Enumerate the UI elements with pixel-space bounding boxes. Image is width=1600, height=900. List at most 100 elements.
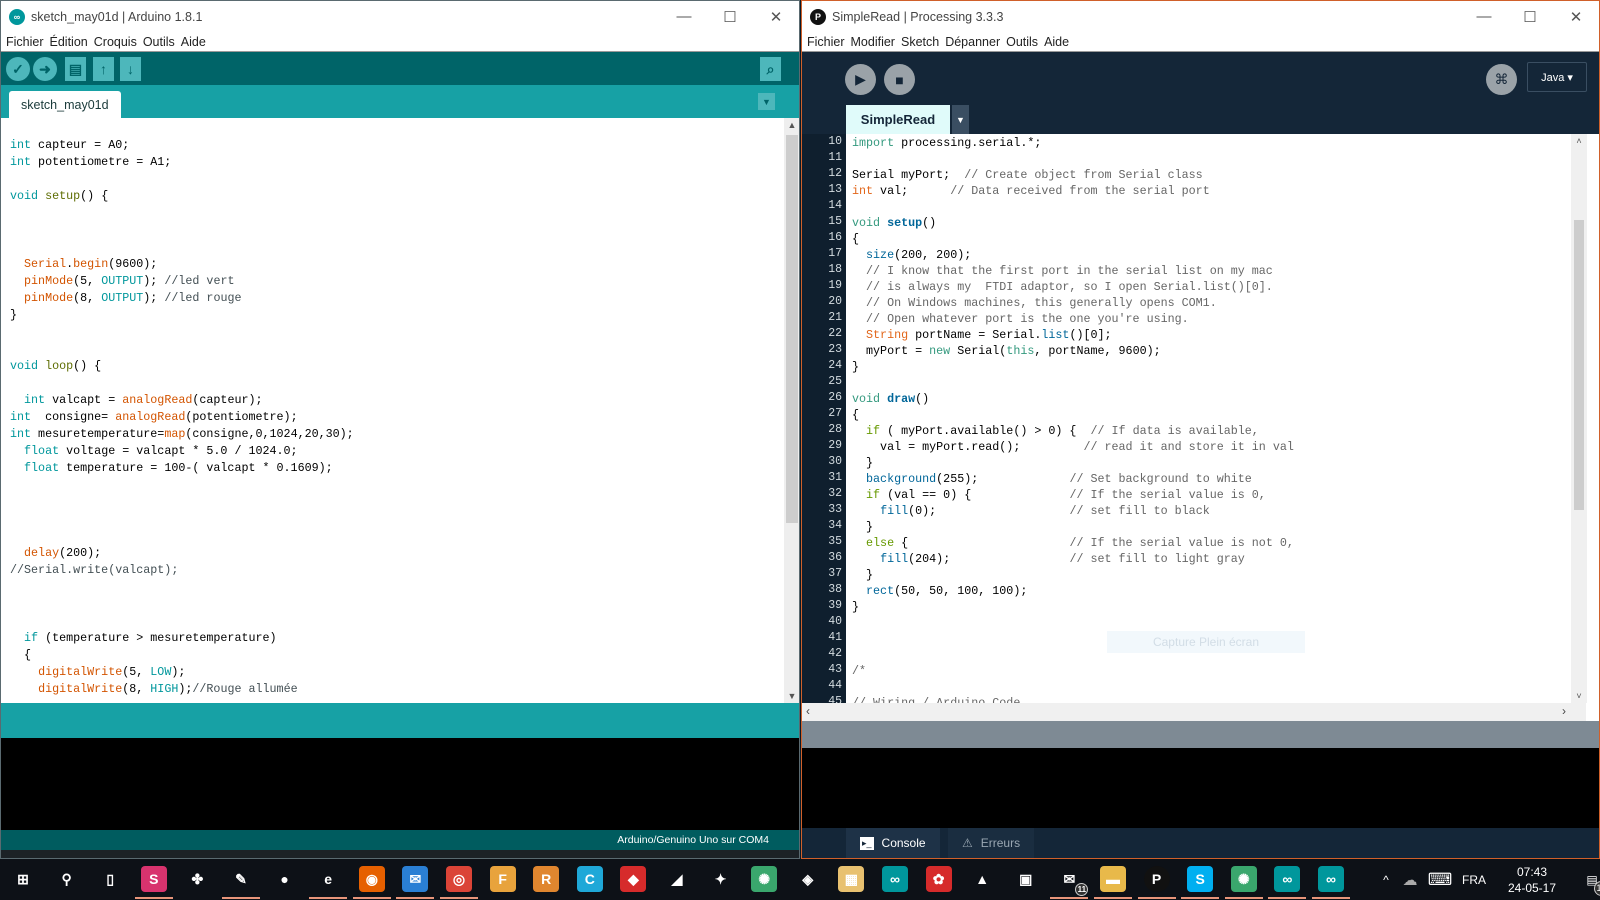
verify-button[interactable]: ✓ [6, 57, 30, 81]
taskbar-atom-green-2-icon[interactable]: ✺ [1224, 866, 1263, 899]
code-token: (255); [936, 472, 1070, 486]
code-editor[interactable]: int capteur = A0; int potentiometre = A1;… [1, 118, 784, 703]
taskbar-gimp-icon[interactable]: ✦ [708, 866, 734, 892]
minimize-button[interactable]: — [1461, 1, 1507, 32]
show-hidden-icons-button[interactable]: ^ [1376, 873, 1396, 887]
taskbar-atom-green-icon[interactable]: ✺ [751, 866, 778, 892]
onedrive-icon[interactable]: ☁ [1396, 871, 1424, 889]
stop-button[interactable]: ■ [884, 64, 915, 95]
upload-button[interactable]: ➜ [33, 57, 57, 81]
menu-fichier[interactable]: Fichier [6, 35, 44, 49]
line-number-gutter: 10 11 12 13 14 15 16 17 18 19 20 21 22 23 24 25 26 27 28 29… [802, 134, 846, 708]
taskbar-arduino-2-icon[interactable]: ∞ [1268, 866, 1307, 899]
code-token: ); [171, 665, 186, 679]
line-number: 20 [828, 295, 842, 308]
taskbar-app-blue-icon[interactable]: ◈ [795, 866, 821, 892]
taskbar-processing-icon[interactable]: P [1137, 866, 1176, 899]
tab-errors[interactable]: ⚠ Erreurs [948, 828, 1035, 858]
capture-fullscreen-button[interactable]: Capture Plein écran [1107, 631, 1305, 653]
taskbar-start-icon[interactable]: ⊞ [10, 866, 36, 892]
taskbar-app-red-icon[interactable]: ✿ [925, 866, 952, 892]
scrollbar-thumb[interactable] [786, 135, 798, 523]
tab-menu-button[interactable]: ▼ [758, 93, 775, 110]
tab-sketch[interactable]: sketch_may01d [9, 91, 121, 118]
taskbar-app-c-icon[interactable]: C [576, 866, 603, 892]
scroll-down-icon[interactable]: ˅ [1571, 691, 1587, 701]
taskbar-arduino-3-icon[interactable]: ∞ [1312, 866, 1350, 899]
code-token: } [852, 520, 874, 534]
taskbar-thunderbird-icon[interactable]: ✉ [396, 866, 435, 899]
menu-aide[interactable]: Aide [181, 35, 206, 49]
close-button[interactable]: ✕ [1553, 1, 1599, 32]
maximize-button[interactable]: ☐ [1507, 1, 1553, 32]
language-indicator[interactable]: FRA [1456, 873, 1492, 887]
menu-sketch[interactable]: Sketch [901, 35, 939, 49]
action-center-button[interactable]: ▤ 14 [1572, 873, 1600, 896]
taskbar-app-arrow-icon[interactable]: ▲ [969, 866, 995, 892]
menu-aide[interactable]: Aide [1044, 35, 1069, 49]
taskbar-chrome-icon[interactable]: ◎ [440, 866, 478, 899]
close-button[interactable]: ✕ [753, 1, 799, 32]
code-token: background [866, 472, 937, 486]
taskbar-mail-icon[interactable]: ✉ 11 [1050, 866, 1089, 899]
tab-menu-button[interactable]: ▼ [952, 105, 969, 134]
new-sketch-button[interactable]: ▤ [65, 57, 86, 81]
maximize-button[interactable]: ☐ [707, 1, 753, 32]
menu-modifier[interactable]: Modifier [851, 35, 895, 49]
open-button[interactable]: ↑ [93, 57, 114, 81]
taskbar-edge-icon[interactable]: e [309, 866, 348, 899]
code-token: (8, [73, 291, 102, 305]
taskbar-store-icon[interactable]: ▣ [1013, 866, 1039, 892]
menu-depanner[interactable]: Dépanner [945, 35, 1000, 49]
minimize-button[interactable]: — [661, 1, 707, 32]
menu-outils[interactable]: Outils [1006, 35, 1038, 49]
taskbar-firefox-icon[interactable]: ◉ [352, 866, 391, 899]
console-output[interactable] [1, 738, 799, 830]
menu-edition[interactable]: Édition [50, 35, 88, 49]
menu-outils[interactable]: Outils [143, 35, 175, 49]
taskbar-app-globe-icon[interactable]: ● [272, 866, 298, 892]
keyboard-icon[interactable]: ⌨ [1424, 870, 1456, 890]
line-number: 14 [828, 199, 842, 212]
taskbar-inkscape-icon[interactable]: ◢ [664, 866, 690, 892]
scrollbar-thumb[interactable] [1574, 220, 1584, 510]
taskbar-task-view-icon[interactable]: ▯ [97, 866, 123, 892]
scroll-left-icon[interactable]: ‹ [806, 704, 810, 718]
taskbar-arduino-icon[interactable]: ∞ [882, 866, 908, 892]
code-token: voltage = valcapt * 5.0 / 1024.0; [59, 444, 298, 458]
taskbar-app-r-icon[interactable]: R [533, 866, 560, 892]
taskbar-app-paint-icon[interactable]: ✎ [222, 866, 260, 899]
scroll-right-icon[interactable]: › [1562, 704, 1566, 718]
console-output[interactable] [802, 748, 1599, 828]
run-button[interactable]: ▶ [845, 64, 876, 95]
save-button[interactable]: ↓ [120, 57, 141, 81]
debug-button[interactable]: ⌘ [1486, 64, 1517, 95]
code-line: float temperature = 100-( valcapt * 0.16… [10, 460, 354, 477]
taskbar-skype-icon[interactable]: S [1181, 866, 1220, 899]
vertical-scrollbar[interactable]: ▲ ▼ [784, 118, 799, 703]
horizontal-scrollbar[interactable]: ‹ › [802, 703, 1586, 721]
clock[interactable]: 07:43 24-05-17 [1492, 864, 1572, 896]
menu-croquis[interactable]: Croquis [94, 35, 137, 49]
code-token: void [852, 216, 881, 230]
taskbar-search-icon[interactable]: ⚲ [54, 866, 80, 892]
taskbar-sketchup-icon[interactable]: ◆ [620, 866, 647, 892]
message-bar [802, 721, 1599, 748]
code-editor[interactable]: import processing.serial.*; Serial myPor… [846, 134, 1586, 703]
menu-fichier[interactable]: Fichier [807, 35, 845, 49]
mode-selector[interactable]: Java ▾ [1527, 62, 1587, 92]
taskbar-fritzing-icon[interactable]: F [489, 866, 516, 892]
scroll-down-icon[interactable]: ▼ [784, 691, 799, 701]
arduino-titlebar: ∞ sketch_may01d | Arduino 1.8.1 — ☐ ✕ [1, 1, 799, 32]
scroll-up-icon[interactable]: ˄ [1571, 136, 1587, 146]
tab-simpleread[interactable]: SimpleRead [846, 105, 950, 134]
tab-console[interactable]: ▸_ Console [846, 828, 940, 858]
taskbar-app-doc-icon[interactable]: ▦ [838, 866, 865, 892]
taskbar-app-pinwheel-icon[interactable]: ✤ [184, 866, 210, 892]
code-token: consigne= [31, 410, 116, 424]
scroll-up-icon[interactable]: ▲ [784, 120, 799, 130]
taskbar-file-explorer-icon[interactable]: ▬ [1094, 866, 1132, 899]
vertical-scrollbar[interactable]: ˄ ˅ [1571, 134, 1587, 703]
serial-monitor-button[interactable]: ⌕ [760, 57, 781, 81]
taskbar-app-s-icon[interactable]: S [134, 866, 173, 899]
